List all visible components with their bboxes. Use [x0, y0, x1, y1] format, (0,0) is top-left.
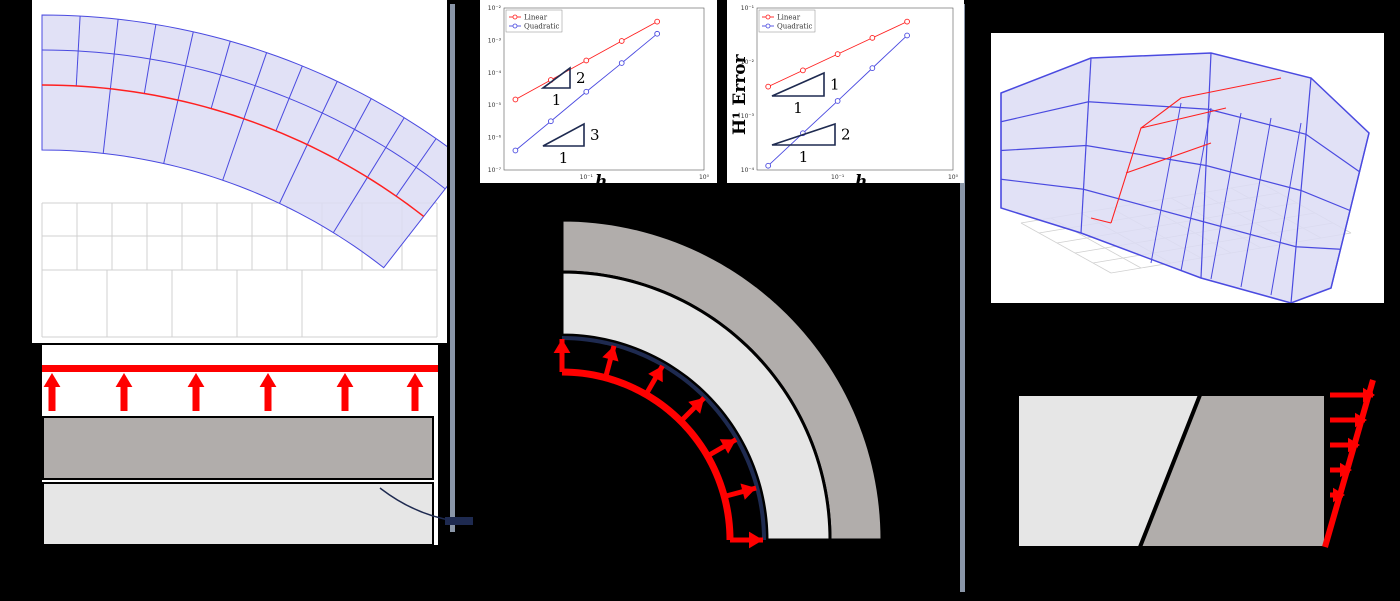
load-arrow-shaft — [120, 385, 128, 411]
slope-triangle — [771, 122, 836, 146]
mesh-3d-panel — [991, 33, 1384, 303]
convergence-plot-2-panel: H¹ Error h 10⁻¹ 10⁻² 10⁻³ 10⁻⁴ 10⁻¹ 10⁰ Linear… — [727, 0, 964, 183]
plot2-xlabel: h — [855, 172, 867, 183]
slope-triangle — [540, 66, 571, 89]
load-arrow-shaft — [264, 385, 272, 411]
y-tick-label: 10⁻⁷ — [488, 167, 502, 174]
y-tick-label: 10⁻⁴ — [741, 167, 755, 174]
y-tick-label: 10⁻³ — [488, 37, 502, 44]
data-point — [869, 65, 876, 71]
plot1-xlabel: h — [595, 172, 607, 183]
slope-run-label: 1 — [552, 91, 562, 109]
convergence-plot-1: h 10⁻² 10⁻³ 10⁻⁴ 10⁻⁵ 10⁻⁶ 10⁻⁷ 10⁻¹ 10⁰ LinearQ… — [488, 5, 710, 183]
data-point — [904, 32, 910, 39]
legend-marker — [512, 23, 518, 29]
data-point — [834, 98, 841, 104]
y-tick-label: 10⁻² — [741, 59, 755, 66]
data-point — [765, 83, 772, 90]
flat-bilayer-figure — [42, 345, 473, 545]
slope-rise-label: 2 — [841, 126, 851, 144]
pressure-arrow-head — [602, 345, 619, 362]
data-point — [654, 18, 661, 25]
data-point — [512, 96, 519, 103]
data-point — [834, 51, 841, 57]
data-point — [583, 57, 590, 64]
slope-run-label: 1 — [793, 99, 803, 117]
mesh-2d-panel — [32, 0, 447, 343]
legend-label: Linear — [524, 14, 548, 22]
y-tick-label: 10⁻⁶ — [488, 135, 502, 142]
x-tick-label: 10⁰ — [948, 174, 959, 181]
load-arrow-shaft — [341, 385, 349, 411]
traction-envelope — [1322, 379, 1376, 548]
convergence-plot-1-panel: h 10⁻² 10⁻³ 10⁻⁴ 10⁻⁵ 10⁻⁶ 10⁻⁷ 10⁻¹ 10⁰ Linear Q… — [480, 0, 717, 183]
pressure-arrow-head — [749, 531, 763, 549]
slope-triangle — [771, 71, 825, 97]
pressure-arrow-head — [553, 339, 571, 353]
bottom-layer — [42, 482, 434, 545]
data-point — [547, 118, 554, 125]
top-layer — [42, 416, 434, 480]
y-tick-label: 10⁻⁵ — [488, 102, 502, 109]
data-point — [765, 162, 772, 169]
slope-rise-label: 2 — [576, 69, 586, 87]
x-tick-label: 10⁻¹ — [831, 174, 845, 181]
data-point — [618, 38, 625, 44]
data-point — [512, 147, 519, 154]
leader-marker — [445, 517, 473, 525]
convergence-plot-2: H¹ Error h 10⁻¹10⁻²10⁻³10⁻⁴10⁻¹ 10⁰Linear… — [730, 5, 959, 183]
mesh-3d-figure — [1000, 52, 1370, 303]
slope-run-label: 1 — [559, 149, 569, 167]
legend-label: Linear — [777, 14, 801, 22]
data-point — [654, 30, 661, 37]
legend-label: Quadratic — [777, 23, 812, 31]
data-point — [618, 60, 625, 66]
slope-run-label: 1 — [799, 148, 809, 166]
x-tick-label: 10⁻¹ — [580, 174, 594, 181]
y-tick-label: 10⁻² — [488, 5, 502, 12]
slope-rise-label: 3 — [590, 126, 600, 144]
load-arrow-shaft — [48, 385, 56, 411]
data-point — [583, 88, 590, 95]
legend-marker — [512, 14, 518, 20]
y-tick-label: 10⁻¹ — [741, 5, 755, 12]
inclined-interface-figure — [1017, 379, 1376, 548]
slope-rise-label: 1 — [830, 76, 840, 94]
data-point — [869, 35, 876, 41]
pressure-arrow-head — [740, 483, 757, 500]
mesh-2d-figure — [41, 14, 447, 338]
curved-bilayer-figure — [553, 218, 884, 549]
data-point — [800, 67, 806, 74]
legend-label: Quadratic — [524, 23, 559, 31]
data-point — [904, 18, 910, 25]
legend-marker — [765, 14, 771, 20]
y-tick-label: 10⁻⁴ — [488, 70, 502, 77]
load-arrow-shaft — [411, 385, 419, 411]
x-tick-label: 10⁰ — [699, 174, 710, 181]
distributed-load-bar — [42, 365, 438, 372]
y-tick-label: 10⁻³ — [741, 113, 755, 120]
legend-marker — [765, 23, 771, 29]
load-arrow-shaft — [192, 385, 200, 411]
slope-triangle — [542, 122, 585, 147]
mesh-3d-volume — [1000, 52, 1370, 303]
